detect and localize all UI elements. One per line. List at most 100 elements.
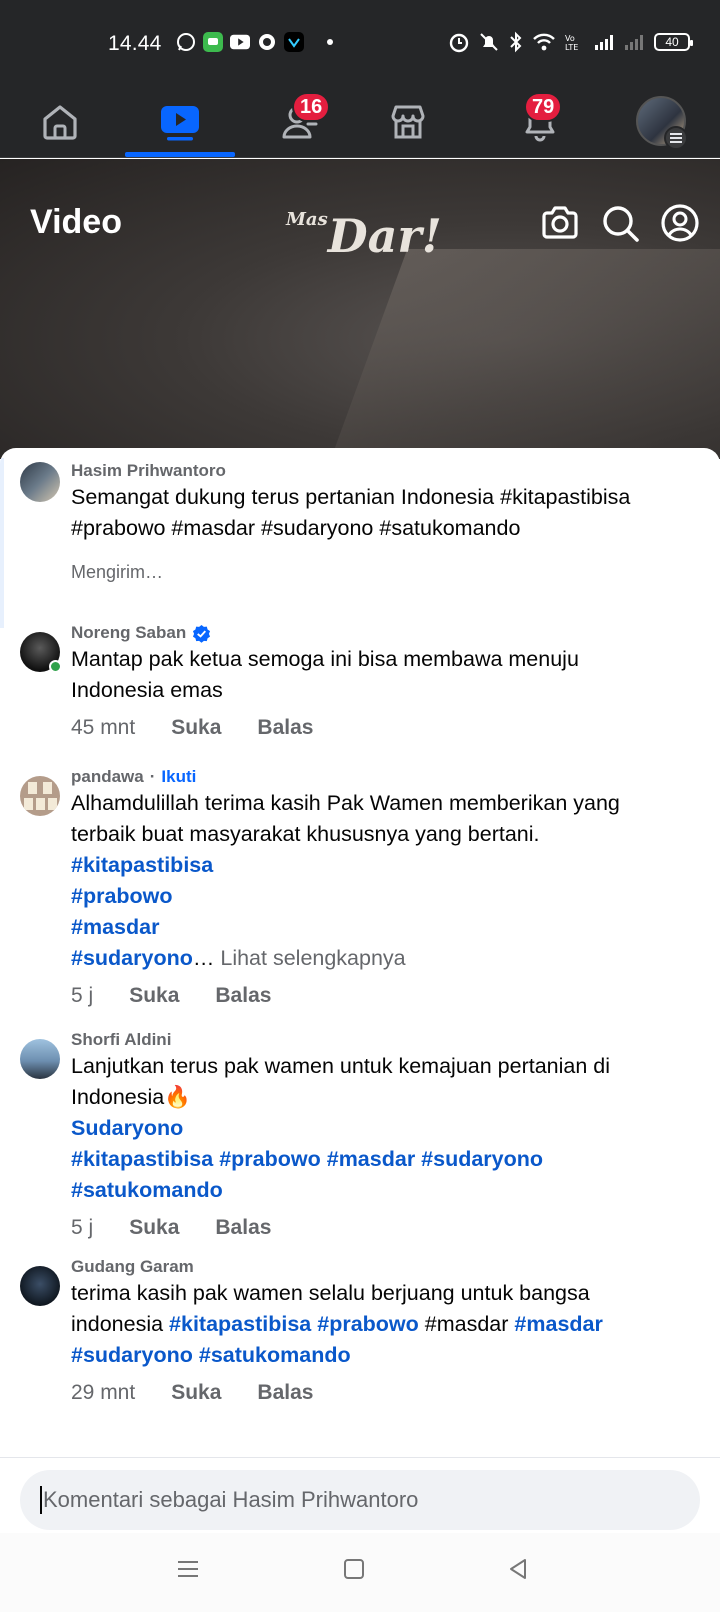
svg-text:Vo: Vo [565, 34, 575, 43]
verified-badge-icon [193, 624, 211, 643]
hashtag[interactable]: #sudaryono [71, 946, 193, 970]
search-button[interactable] [600, 203, 640, 248]
avatar[interactable] [20, 776, 60, 816]
hashtag[interactable]: #satukomando [199, 1343, 351, 1367]
comment-time: 5 j [71, 1216, 94, 1239]
signal-weak-icon [625, 35, 643, 50]
comment-body: Noreng Saban Mantap pak ketua semoga ini… [71, 622, 700, 740]
hashtag[interactable]: #sudaryono [421, 1147, 543, 1171]
comment-actions: 5 j Suka Balas [71, 984, 700, 1008]
camera-button[interactable] [540, 203, 580, 248]
home-button[interactable] [342, 1557, 366, 1586]
like-button[interactable]: Suka [171, 1381, 221, 1405]
menu-lines-icon [178, 1561, 198, 1577]
home-icon [43, 105, 77, 140]
comment-author-row: pandawa · Ikuti [71, 767, 197, 787]
video-header-actions [540, 203, 700, 248]
video-watermark-logo: MasDar! [286, 209, 442, 263]
status-system-icons: Vo LTE 40 [448, 31, 693, 53]
comment-actions: 29 mnt Suka Balas [71, 1381, 700, 1405]
nav-home[interactable] [10, 86, 110, 158]
top-navigation: 16 79 [0, 86, 720, 158]
hashtag[interactable]: #sudaryono [71, 1343, 193, 1367]
active-tab-indicator [125, 152, 235, 157]
follow-button[interactable]: Ikuti [161, 767, 196, 787]
comment-author[interactable]: Shorfi Aldini [71, 1029, 700, 1051]
reply-button[interactable]: Balas [257, 1381, 313, 1405]
signal-icon [595, 35, 613, 50]
video-frame-content [312, 249, 720, 459]
comment-author[interactable]: Gudang Garam [71, 1256, 700, 1278]
sending-highlight [0, 458, 4, 628]
mention-link[interactable]: Sudaryono [71, 1113, 671, 1144]
comment-time: 5 j [71, 984, 94, 1007]
hashtag[interactable]: #prabowo [219, 1147, 321, 1171]
hashtag[interactable]: #prabowo [317, 1312, 419, 1336]
avatar[interactable] [20, 462, 60, 502]
video-profile-button[interactable] [660, 203, 700, 248]
status-bar: 14.44 Vo LTE 40 [0, 0, 720, 86]
reply-button[interactable]: Balas [215, 1216, 271, 1240]
comment-author[interactable]: Noreng Saban [71, 623, 186, 643]
text-caret [40, 1486, 42, 1514]
comment-body: Hasim Prihwantoro Semangat dukung terus … [71, 460, 700, 583]
like-button[interactable]: Suka [171, 716, 221, 740]
video-page-title: Video [30, 203, 122, 241]
capcut-icon [284, 32, 304, 52]
back-triangle-icon [510, 1559, 526, 1579]
battery-icon: 40 [654, 33, 693, 51]
back-button[interactable] [506, 1557, 530, 1586]
comment-text: Lanjutkan terus pak wamen untuk kemajuan… [71, 1051, 671, 1206]
system-navigation-bar [0, 1533, 720, 1612]
hashtag[interactable]: #kitapastibisa [71, 850, 671, 881]
friends-badge: 16 [292, 92, 331, 122]
hashtag[interactable]: #masdar [514, 1312, 602, 1336]
avatar[interactable] [20, 1266, 60, 1306]
hashtag[interactable]: #masdar [327, 1147, 415, 1171]
comment-actions: 45 mnt Suka Balas [71, 716, 700, 740]
comment-author[interactable]: pandawa [71, 767, 144, 787]
comment-actions: 5 j Suka Balas [71, 1216, 700, 1240]
search-icon [603, 206, 639, 242]
user-circle-icon [661, 204, 699, 242]
menu-icon[interactable] [664, 126, 688, 150]
video-player[interactable]: Video MasDar! [0, 159, 720, 459]
hashtag[interactable]: #satukomando [71, 1175, 671, 1206]
hashtag[interactable]: #masdar [71, 912, 671, 943]
avatar[interactable] [20, 1039, 60, 1079]
like-button[interactable]: Suka [129, 984, 179, 1008]
comment-text: terima kasih pak wamen selalu berjuang u… [71, 1281, 603, 1367]
nav-video[interactable] [130, 86, 230, 158]
comment-input[interactable]: Komentari sebagai Hasim Prihwantoro [20, 1470, 700, 1530]
notifications-badge: 79 [524, 92, 563, 122]
more-notifications-dot-icon [327, 39, 333, 45]
wifi-icon [533, 33, 555, 51]
like-button[interactable]: Suka [129, 1216, 179, 1240]
battery-level: 40 [665, 35, 679, 49]
nav-marketplace[interactable] [358, 86, 458, 158]
app-ring-icon [257, 32, 277, 52]
recent-apps-button[interactable] [176, 1557, 200, 1586]
see-more-link[interactable]: Lihat selengkapnya [220, 946, 405, 970]
comment-author[interactable]: Hasim Prihwantoro [71, 460, 700, 482]
whatsapp-icon [176, 32, 196, 52]
comment-composer-bar: Komentari sebagai Hasim Prihwantoro [0, 1457, 720, 1533]
comment-author-row: Noreng Saban [71, 622, 700, 644]
marketplace-icon [391, 105, 425, 139]
hashtag[interactable]: #kitapastibisa [71, 1147, 213, 1171]
sending-status: Mengirim… [71, 562, 164, 582]
bluetooth-icon [510, 31, 522, 53]
comment-body: Shorfi Aldini Lanjutkan terus pak wamen … [71, 1029, 700, 1240]
comment-text: Alhamdulillah terima kasih Pak Wamen mem… [71, 788, 671, 974]
hashtag[interactable]: #prabowo [71, 881, 671, 912]
alarm-icon [449, 33, 469, 53]
comment-body: pandawa · Ikuti Alhamdulillah terima kas… [71, 766, 700, 1008]
hashtag[interactable]: #kitapastibisa [169, 1312, 311, 1336]
reply-button[interactable]: Balas [257, 716, 313, 740]
volte-icon: VoLTE [565, 34, 578, 52]
comment-time: 45 mnt [71, 716, 136, 739]
comment-text: Mantap pak ketua semoga ini bisa membawa… [71, 647, 579, 702]
comment-input-placeholder: Komentari sebagai Hasim Prihwantoro [43, 1487, 419, 1512]
comments-sheet: Hasim Prihwantoro Semangat dukung terus … [0, 448, 720, 1533]
reply-button[interactable]: Balas [215, 984, 271, 1008]
